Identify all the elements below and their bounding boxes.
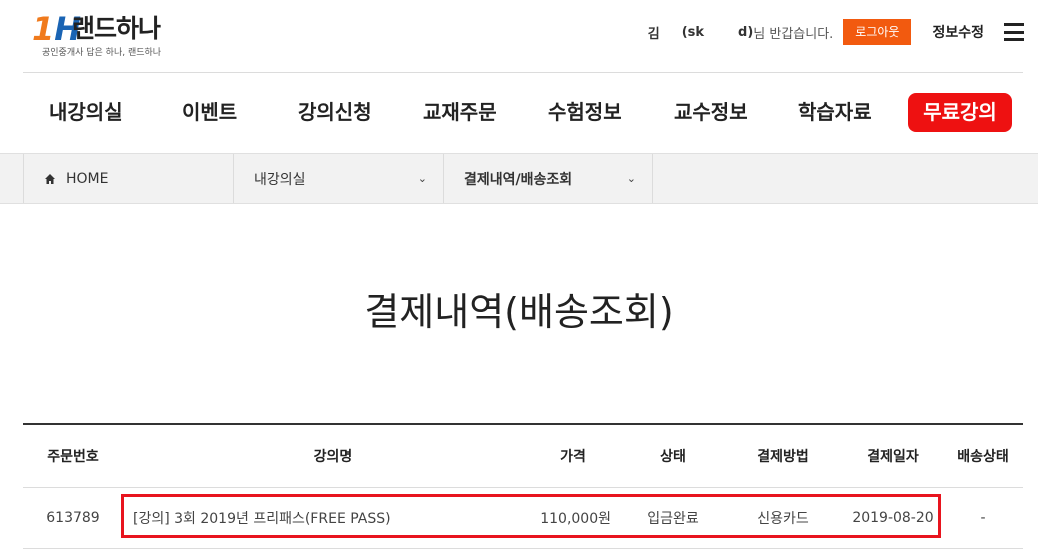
breadcrumb-level2-dropdown[interactable]: 결제내역/배송조회 ⌄ (443, 154, 653, 203)
cell-order-number: 613789 (46, 510, 100, 526)
col-price: 가격 (560, 449, 586, 465)
logo[interactable]: 1H 랜드하나 공인중개사 답은 하나, 랜드하나 (32, 12, 182, 58)
user-name-first: 김 (647, 26, 660, 42)
user-greeting-text: 님 반갑습니다. (753, 26, 834, 42)
hamburger-menu-icon[interactable] (1004, 23, 1024, 41)
cell-status: 입금완료 (647, 511, 699, 527)
breadcrumb-home[interactable]: HOME (23, 154, 233, 203)
user-greeting: 김 (sk d) 님 반갑습니다. (648, 23, 834, 42)
breadcrumb-level1-label: 내강의실 (254, 171, 306, 188)
breadcrumb-level2-label: 결제내역/배송조회 (464, 171, 573, 188)
logout-button[interactable]: 로그아웃 (843, 19, 912, 45)
user-name-end: d) (738, 24, 754, 40)
logo-mark-one: 1 (32, 10, 55, 48)
user-name-mid: (sk (681, 24, 705, 40)
nav-item-course-apply[interactable]: 강의신청 (298, 99, 372, 125)
breadcrumb-home-label: HOME (66, 170, 109, 187)
table-header: 주문번호 강의명 가격 상태 결제방법 결제일자 배송상태 (23, 425, 1023, 488)
payment-history-table: 주문번호 강의명 가격 상태 결제방법 결제일자 배송상태 613789 [강의… (23, 423, 1023, 549)
logo-name: 랜드하나 (72, 14, 161, 43)
user-bar: 김 (sk d) 님 반갑습니다. 로그아웃 정보수정 (648, 19, 1024, 45)
nav-item-exam-info[interactable]: 수험정보 (548, 99, 622, 125)
nav-item-study-materials[interactable]: 학습자료 (798, 99, 872, 125)
page-title: 결제내역(배송조회) (364, 290, 674, 334)
cell-payment-method: 신용카드 (757, 511, 809, 527)
logo-tagline: 공인중개사 답은 하나, 랜드하나 (42, 48, 162, 58)
cell-price: 110,000원 (540, 511, 611, 527)
nav-item-event[interactable]: 이벤트 (182, 99, 237, 125)
free-lecture-button[interactable]: 무료강의 (908, 93, 1012, 132)
nav-item-professor-info[interactable]: 교수정보 (674, 99, 748, 125)
breadcrumb: HOME 내강의실 ⌄ 결제내역/배송조회 ⌄ (0, 153, 1038, 204)
col-shipping-status: 배송상태 (957, 449, 1009, 465)
breadcrumb-level1-dropdown[interactable]: 내강의실 ⌄ (233, 154, 443, 203)
nav-item-my-classroom[interactable]: 내강의실 (49, 99, 123, 125)
col-payment-method: 결제방법 (757, 449, 809, 465)
chevron-down-icon: ⌄ (626, 172, 636, 185)
nav-item-book-order[interactable]: 교재주문 (423, 99, 497, 125)
col-order-number: 주문번호 (47, 449, 99, 465)
col-status: 상태 (660, 449, 686, 465)
col-course-name: 강의명 (313, 449, 353, 465)
main-nav: 내강의실 이벤트 강의신청 교재주문 수험정보 교수정보 학습자료 무료강의 (23, 73, 1023, 153)
edit-info-link[interactable]: 정보수정 (932, 22, 984, 42)
col-payment-date: 결제일자 (867, 449, 919, 465)
cell-payment-date: 2019-08-20 (852, 510, 934, 526)
table-row[interactable]: 613789 [강의] 3회 2019년 프리패스(FREE PASS) 110… (23, 488, 1023, 549)
home-icon (45, 173, 55, 184)
header: 1H 랜드하나 공인중개사 답은 하나, 랜드하나 김 (sk d) 님 반갑습… (0, 0, 1038, 72)
chevron-down-icon: ⌄ (417, 172, 427, 185)
cell-course-name[interactable]: [강의] 3회 2019년 프리패스(FREE PASS) (123, 488, 543, 548)
cell-shipping-status: - (980, 510, 986, 526)
